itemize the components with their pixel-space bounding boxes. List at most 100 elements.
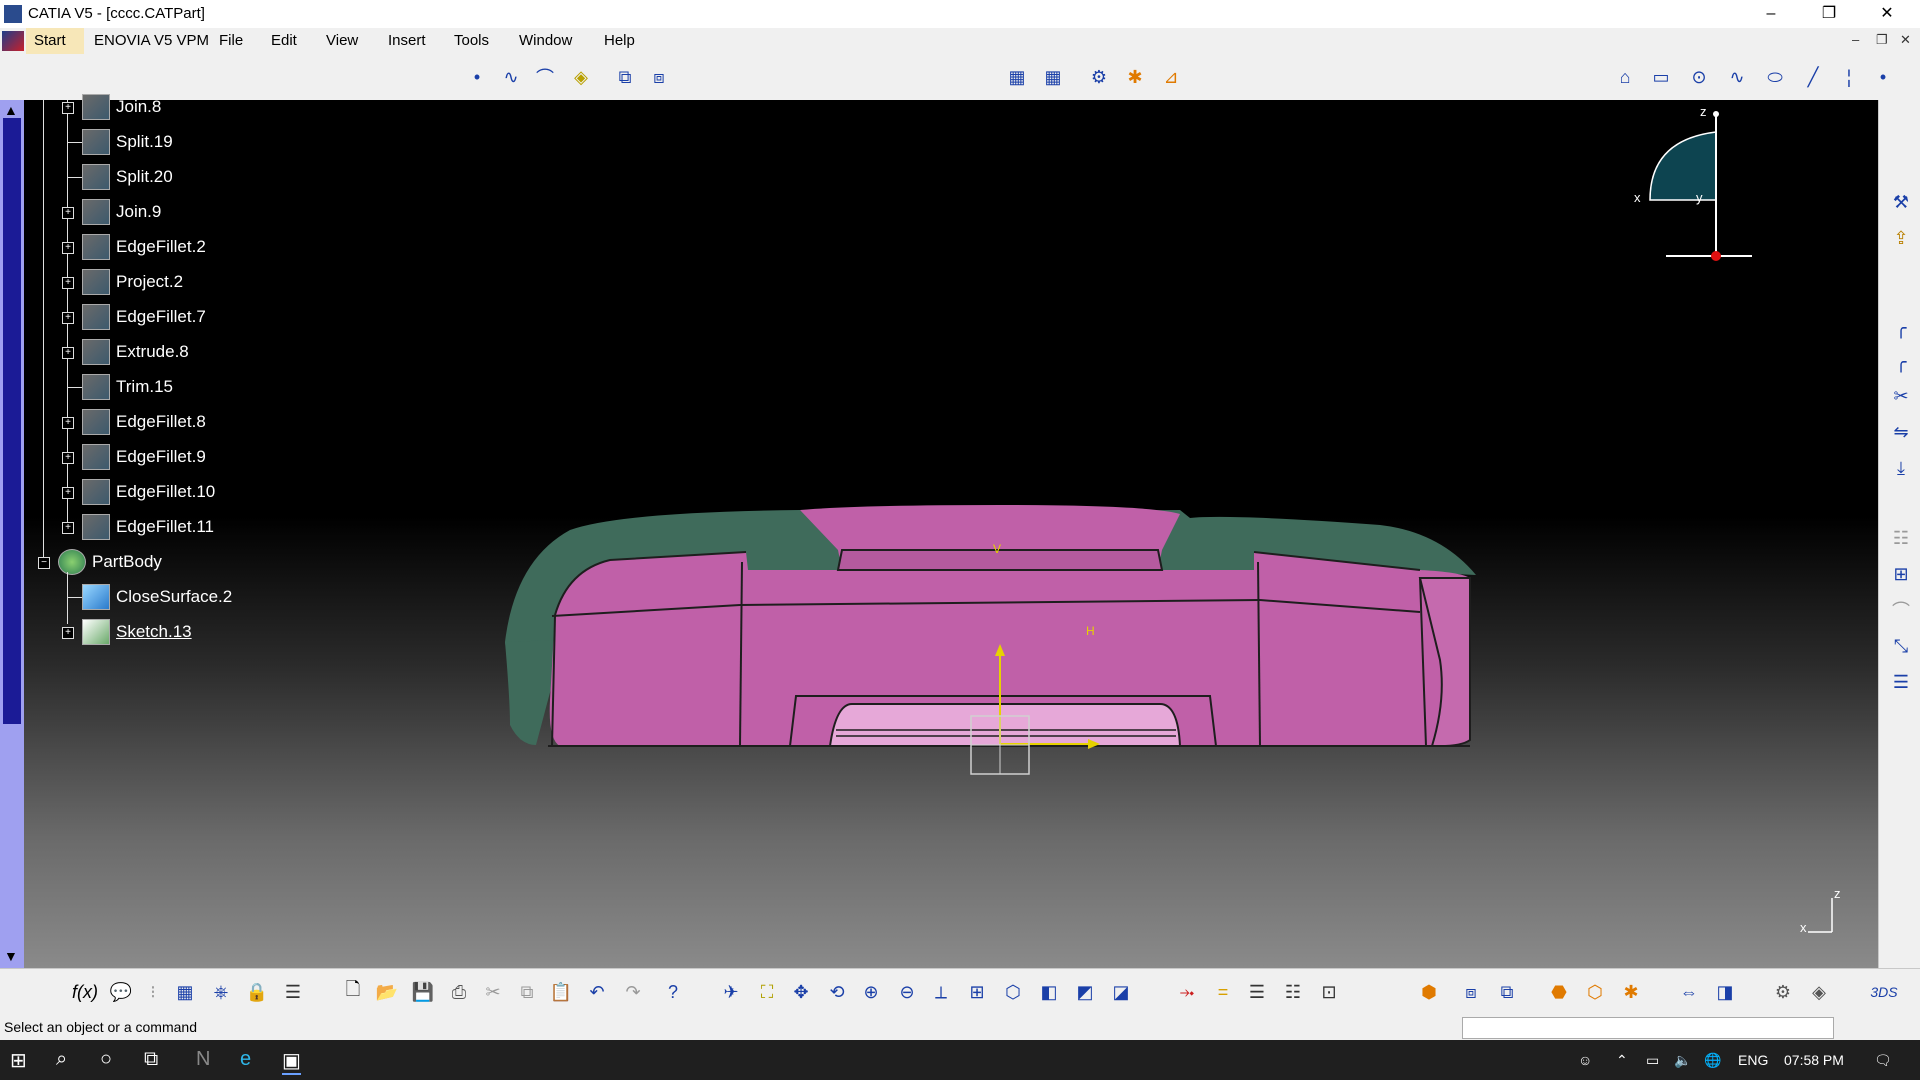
cortana-icon[interactable]: ○: [100, 1048, 112, 1071]
split-icon[interactable]: ⧈: [646, 64, 672, 90]
tree-node[interactable]: Project.2: [82, 269, 183, 295]
measure-between-icon[interactable]: ⇔: [1676, 979, 1702, 1005]
knowledge-icon[interactable]: ⎈: [208, 979, 234, 1005]
cut-icon[interactable]: ✂: [480, 979, 506, 1005]
point-icon[interactable]: •: [464, 64, 490, 90]
corner-icon[interactable]: ╭: [1889, 316, 1913, 340]
catalog-icon[interactable]: ☰: [280, 979, 306, 1005]
circle-icon[interactable]: ⊙: [1686, 64, 1712, 90]
exit-workbench-icon[interactable]: ⇪: [1889, 226, 1913, 250]
thickness-icon[interactable]: ⬣: [1546, 979, 1572, 1005]
command-input[interactable]: [1462, 1017, 1834, 1039]
tree-node[interactable]: EdgeFillet.8: [82, 409, 206, 435]
rotate-icon[interactable]: ⟲: [824, 979, 850, 1005]
tree-expand-toggle[interactable]: +: [62, 277, 74, 289]
whats-this-icon[interactable]: ?: [660, 979, 686, 1005]
render-icon[interactable]: ◈: [1806, 979, 1832, 1005]
menu-start[interactable]: Start: [34, 32, 66, 49]
scroll-down-arrow-icon[interactable]: ▼: [4, 948, 18, 964]
line-icon[interactable]: ╱: [1800, 64, 1826, 90]
open-file-icon[interactable]: 📂: [374, 979, 400, 1005]
close-button[interactable]: ✕: [1858, 0, 1916, 28]
edge-browser-icon[interactable]: e: [240, 1048, 251, 1071]
battery-icon[interactable]: ▭: [1646, 1052, 1659, 1069]
tree-node[interactable]: Split.20: [82, 164, 173, 190]
construction-icon[interactable]: ⚙: [1086, 64, 1112, 90]
normal-view-icon[interactable]: ⟂: [928, 979, 954, 1005]
sketch-constraint-icon[interactable]: ⤞: [1174, 979, 1200, 1005]
tree-expand-toggle[interactable]: +: [62, 347, 74, 359]
geometry-analysis-icon[interactable]: ⤡: [1889, 634, 1913, 658]
spline-icon[interactable]: ∿: [498, 64, 524, 90]
tree-expand-toggle[interactable]: +: [62, 242, 74, 254]
fill-surface-icon[interactable]: ◈: [568, 64, 594, 90]
tree-collapse-icon[interactable]: ☷: [1280, 979, 1306, 1005]
profile-icon[interactable]: ⌂: [1612, 64, 1638, 90]
sketch-analysis-icon[interactable]: ☷: [1889, 526, 1913, 550]
menu-edit[interactable]: Edit: [271, 32, 297, 49]
tree-expand-toggle[interactable]: +: [62, 522, 74, 534]
join-icon[interactable]: ⧉: [612, 64, 638, 90]
scroll-up-arrow-icon[interactable]: ▲: [4, 102, 18, 118]
save-icon[interactable]: 💾: [410, 979, 436, 1005]
tree-node-partbody[interactable]: PartBody: [58, 549, 162, 575]
table-icon[interactable]: ▦: [172, 979, 198, 1005]
output-feature-icon[interactable]: ☰: [1889, 670, 1913, 694]
pattern-icon[interactable]: ✱: [1618, 979, 1644, 1005]
tree-node[interactable]: Extrude.8: [82, 339, 189, 365]
tray-expand-icon[interactable]: ⌃: [1616, 1052, 1628, 1069]
menu-help[interactable]: Help: [604, 32, 635, 49]
scroll-thumb[interactable]: [3, 118, 21, 724]
people-icon[interactable]: ☺: [1578, 1052, 1592, 1068]
partbody-collapse-toggle[interactable]: −: [38, 557, 50, 569]
tree-node[interactable]: EdgeFillet.2: [82, 234, 206, 260]
equal-constraint-icon[interactable]: =: [1210, 979, 1236, 1005]
comment-icon[interactable]: 💬: [108, 979, 134, 1005]
task-view-icon[interactable]: ⧉: [144, 1048, 158, 1071]
parents-children-icon[interactable]: ⊡: [1316, 979, 1342, 1005]
apply-material-icon[interactable]: ◨: [1712, 979, 1738, 1005]
axis-icon[interactable]: ¦: [1836, 64, 1862, 90]
notes-app-icon[interactable]: N: [196, 1048, 210, 1071]
sketcher-icon[interactable]: ⚒: [1889, 190, 1913, 214]
search-icon[interactable]: ⌕: [56, 1048, 67, 1071]
tree-expand-toggle[interactable]: +: [62, 487, 74, 499]
zoom-in-icon[interactable]: ⊕: [858, 979, 884, 1005]
project-3d-elements-icon[interactable]: ⤓: [1889, 456, 1913, 480]
rectangle-icon[interactable]: ▭: [1648, 64, 1674, 90]
swap-visible-space-icon[interactable]: ◪: [1108, 979, 1134, 1005]
surface-icon[interactable]: ⧈: [1458, 979, 1484, 1005]
offset-icon[interactable]: ⧉: [1494, 979, 1520, 1005]
sketch-point-icon[interactable]: •: [1870, 64, 1896, 90]
menu-enovia[interactable]: ENOVIA V5 VPM: [94, 32, 209, 49]
restore-button[interactable]: ❐: [1800, 0, 1858, 28]
constraints-icon[interactable]: ✱: [1122, 64, 1148, 90]
doc-minimize-button[interactable]: –: [1852, 32, 1859, 47]
chamfer-icon[interactable]: ╭: [1889, 350, 1913, 374]
zoom-out-icon[interactable]: ⊖: [894, 979, 920, 1005]
hide-show-icon[interactable]: ◩: [1072, 979, 1098, 1005]
design-table-icon[interactable]: ⁝: [140, 979, 166, 1005]
menu-file[interactable]: File: [219, 32, 243, 49]
lock-icon[interactable]: 🔒: [244, 979, 270, 1005]
tree-expand-toggle[interactable]: +: [62, 417, 74, 429]
tree-expand-toggle[interactable]: +: [62, 207, 74, 219]
copy-icon[interactable]: ⧉: [514, 979, 540, 1005]
doc-close-button[interactable]: ✕: [1900, 32, 1911, 48]
volume-icon[interactable]: 🔈: [1674, 1052, 1691, 1069]
tree-expand-toggle[interactable]: +: [62, 102, 74, 114]
undo-icon[interactable]: ↶: [584, 979, 610, 1005]
menu-view[interactable]: View: [326, 32, 358, 49]
mirror-icon[interactable]: ⇋: [1889, 420, 1913, 444]
tree-scrollbar[interactable]: ▲ ▼: [0, 100, 24, 968]
sketch-solving-icon[interactable]: ⊞: [1889, 562, 1913, 586]
menu-insert[interactable]: Insert: [388, 32, 426, 49]
tree-node[interactable]: Split.19: [82, 129, 173, 155]
tree-expand-toggle[interactable]: +: [62, 452, 74, 464]
formula-icon[interactable]: f(x): [72, 979, 98, 1005]
tree-node[interactable]: Sketch.13: [82, 619, 192, 645]
grid-icon[interactable]: ▦: [1004, 64, 1030, 90]
pad-icon[interactable]: ⬢: [1416, 979, 1442, 1005]
measure-icon[interactable]: ⌒: [1889, 598, 1913, 622]
tree-expand-toggle[interactable]: +: [62, 312, 74, 324]
